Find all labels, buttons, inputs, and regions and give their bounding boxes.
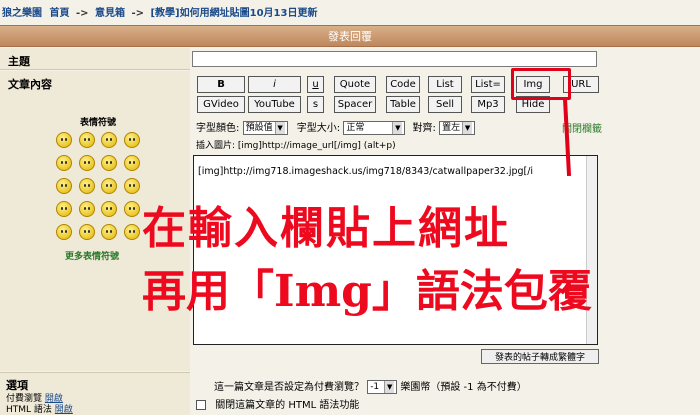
- chevron-down-icon: ▼: [384, 381, 395, 393]
- content-label: 文章內容: [8, 78, 52, 91]
- chevron-down-icon: ▼: [274, 122, 285, 134]
- annotation-line2: 再用「Img」語法包覆: [142, 266, 592, 317]
- code-button[interactable]: Code: [386, 76, 420, 93]
- font-size-value: 正常: [346, 123, 365, 133]
- html-label: HTML 語法: [6, 405, 52, 415]
- smiley-icon[interactable]: [79, 201, 95, 217]
- paid-view-question: 這一篇文章是否設定為付費瀏覽？ -1 ▼ 樂園幣（預設 -1 為不付費）: [214, 378, 527, 394]
- font-color-select[interactable]: 預設值 ▼: [242, 121, 288, 135]
- smiley-icon[interactable]: [101, 224, 117, 240]
- strike-button[interactable]: s: [307, 96, 324, 113]
- spacer-button[interactable]: Spacer: [334, 96, 376, 113]
- smiley-icon[interactable]: [124, 155, 140, 171]
- smiley-icon[interactable]: [101, 178, 117, 194]
- ordered-list-button[interactable]: List=: [471, 76, 505, 93]
- font-size-select[interactable]: 正常 ▼: [343, 121, 406, 135]
- align-select[interactable]: 置左 ▼: [439, 121, 476, 135]
- annotation-highlight-box: [511, 68, 571, 100]
- bold-button[interactable]: B: [197, 76, 245, 93]
- smiley-icon[interactable]: [79, 155, 95, 171]
- smiley-icon[interactable]: [79, 132, 95, 148]
- smiley-icon[interactable]: [124, 224, 140, 240]
- chevron-down-icon: ▼: [392, 122, 403, 134]
- breadcrumb-topic-link[interactable]: [教學]如何用網址貼圖10月13日更新: [150, 8, 317, 19]
- smiley-icon[interactable]: [56, 224, 72, 240]
- gvideo-button[interactable]: GVideo: [197, 96, 245, 113]
- breadcrumb-forum-link[interactable]: 意見箱: [95, 8, 125, 19]
- annotation-line1: 在輸入欄貼上網址: [142, 203, 510, 254]
- smiley-icon[interactable]: [56, 132, 72, 148]
- smiley-icon[interactable]: [79, 178, 95, 194]
- underline-button[interactable]: u: [307, 76, 324, 93]
- disable-html-checkbox[interactable]: [196, 400, 206, 410]
- message-text: [img]http://img718.imageshack.us/img718/…: [198, 166, 534, 177]
- html-status-link[interactable]: 開啟: [55, 405, 73, 415]
- smileys-title: 表情符號: [80, 118, 117, 128]
- font-color-value: 預設值: [245, 123, 273, 133]
- convert-traditional-button[interactable]: 發表的帖子轉成繁體字: [481, 349, 599, 364]
- page-title: 發表回覆: [0, 25, 700, 47]
- font-color-label: 字型顏色:: [196, 123, 240, 134]
- smiley-icon[interactable]: [101, 155, 117, 171]
- paid-question-text: 這一篇文章是否設定為付費瀏覽？: [214, 382, 364, 393]
- format-row: 字型顏色: 預設值 ▼ 字型大小: 正常 ▼ 對齊: 置左 ▼: [196, 119, 476, 135]
- breadcrumb-separator: ->: [131, 8, 144, 19]
- smiley-icon[interactable]: [56, 178, 72, 194]
- img-hint: 插入圖片: [img]http://image_url[/img] (alt+p…: [196, 141, 396, 151]
- smiley-icon[interactable]: [79, 224, 95, 240]
- paid-value: -1: [370, 382, 380, 392]
- more-smileys-link[interactable]: 更多表情符號: [65, 249, 119, 262]
- paid-value-select[interactable]: -1 ▼: [367, 380, 398, 394]
- table-button[interactable]: Table: [386, 96, 420, 113]
- subject-input[interactable]: [192, 51, 597, 67]
- smiley-icon[interactable]: [124, 201, 140, 217]
- smiley-icon[interactable]: [56, 201, 72, 217]
- chevron-down-icon: ▼: [462, 122, 473, 134]
- align-value: 置左: [442, 123, 461, 133]
- youtube-button[interactable]: YouTube: [248, 96, 301, 113]
- breadcrumb-site-link[interactable]: 狼之樂園: [2, 8, 42, 19]
- paid-suffix-text: 樂園幣（預設 -1 為不付費）: [400, 382, 527, 393]
- breadcrumb-separator: ->: [75, 8, 89, 19]
- smiley-icon[interactable]: [101, 201, 117, 217]
- quote-button[interactable]: Quote: [334, 76, 376, 93]
- font-size-label: 字型大小:: [296, 123, 341, 134]
- smiley-icon[interactable]: [56, 155, 72, 171]
- mp3-button[interactable]: Mp3: [471, 96, 505, 113]
- disable-html-label: 關閉這篇文章的 HTML 語法功能: [215, 400, 360, 411]
- smiley-icon[interactable]: [124, 132, 140, 148]
- breadcrumb-home-link[interactable]: 首頁: [49, 8, 69, 19]
- italic-button[interactable]: i: [248, 76, 301, 93]
- smiley-icon[interactable]: [101, 132, 117, 148]
- disable-html-row: 關閉這篇文章的 HTML 語法功能: [196, 396, 359, 411]
- breadcrumb: 狼之樂園 首頁 -> 意見箱 -> [教學]如何用網址貼圖10月13日更新: [2, 4, 317, 19]
- smiley-icon[interactable]: [124, 178, 140, 194]
- html-option: HTML 語法 開啟: [6, 402, 73, 415]
- align-label: 對齊:: [412, 123, 436, 134]
- subject-label: 主題: [8, 55, 30, 68]
- sell-button[interactable]: Sell: [428, 96, 462, 113]
- list-button[interactable]: List: [428, 76, 462, 93]
